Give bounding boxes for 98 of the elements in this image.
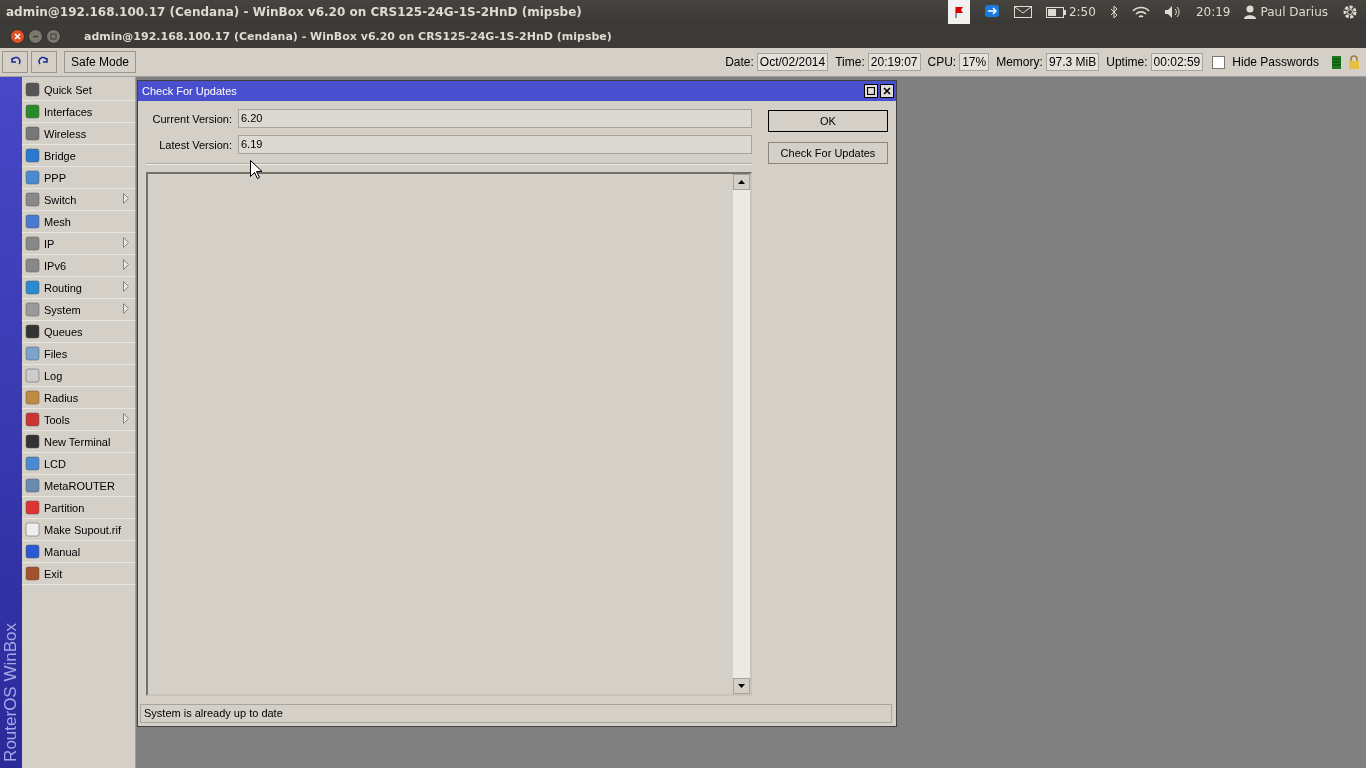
version-field[interactable]: 6.20 <box>238 109 752 128</box>
menu-item[interactable]: Wireless <box>22 123 135 145</box>
battery-time: 2:50 <box>1068 5 1096 19</box>
scroll-down-button[interactable] <box>733 678 750 694</box>
menu-square-icon <box>25 500 40 515</box>
menu-item[interactable]: PPP <box>22 167 135 189</box>
up-arrow-icon <box>738 180 745 184</box>
close-icon <box>14 32 21 40</box>
brand-text: RouterOS WinBox <box>1 623 21 762</box>
menu-square-icon <box>25 324 40 339</box>
menu-square-icon <box>25 258 40 273</box>
volume-icon[interactable] <box>1163 5 1182 19</box>
menu-square-icon <box>25 236 40 251</box>
window-title: admin@192.168.100.17 (Cendana) - WinBox v6.20 on CRS125-24G-1S-2HnD (mipsbe) <box>84 29 612 43</box>
menu-item[interactable]: MetaROUTER <box>22 475 135 497</box>
menu-item[interactable]: IP <box>22 233 135 255</box>
scroll-up-button[interactable] <box>733 174 750 190</box>
menu-item[interactable]: New Terminal <box>22 431 135 453</box>
menu-item[interactable]: Switch <box>22 189 135 211</box>
menu-square-icon <box>25 192 40 207</box>
menu-item[interactable]: Log <box>22 365 135 387</box>
menu-square-icon <box>25 434 40 449</box>
redo-button[interactable] <box>31 51 57 73</box>
menu-square-icon <box>25 302 40 317</box>
maximize-icon <box>867 87 875 95</box>
bluetooth-icon[interactable] <box>1109 5 1118 19</box>
hide-passwords-checkbox[interactable] <box>1212 55 1226 69</box>
menu-square-icon <box>25 368 40 383</box>
menu-item[interactable]: Files <box>22 343 135 365</box>
stat-value: 00:02:59 <box>1150 53 1204 71</box>
field-label: Latest Version: <box>158 138 232 151</box>
mouse-pointer-icon <box>250 160 262 179</box>
maximize-icon <box>50 32 57 40</box>
menu-square-icon <box>25 214 40 229</box>
menu-square-icon <box>25 522 40 537</box>
close-icon <box>883 87 891 95</box>
menu-item[interactable]: Queues <box>22 321 135 343</box>
stat-value: 97.3 MiB <box>1045 53 1100 71</box>
menu-item[interactable]: Manual <box>22 541 135 563</box>
hide-passwords-label[interactable]: Hide Passwords <box>1232 55 1319 69</box>
clock[interactable]: 20:19 <box>1195 5 1231 19</box>
stat-label: Time: <box>835 55 865 69</box>
menu-item[interactable]: LCD <box>22 453 135 475</box>
menu-square-icon <box>25 478 40 493</box>
menu-item[interactable]: Quick Set <box>22 79 135 101</box>
version-field[interactable]: 6.19 <box>238 135 752 154</box>
menu-item[interactable]: Mesh <box>22 211 135 233</box>
menu-item[interactable]: Exit <box>22 563 135 585</box>
user-icon[interactable] <box>1244 5 1257 19</box>
menu-item[interactable]: System <box>22 299 135 321</box>
stat-value: 17% <box>959 53 990 71</box>
lock-icon <box>1348 55 1360 69</box>
wifi-icon[interactable] <box>1131 5 1150 19</box>
menu-item[interactable]: Tools <box>22 409 135 431</box>
menu-square-icon <box>25 170 40 185</box>
stat-label: Memory: <box>996 55 1043 69</box>
menu-square-icon <box>25 104 40 119</box>
flag-icon[interactable] <box>947 0 970 24</box>
menu-square-icon <box>25 456 40 471</box>
stat-label: CPU: <box>927 55 957 69</box>
maximize-button[interactable] <box>864 84 878 98</box>
close-button[interactable] <box>880 84 894 98</box>
menu-square-icon <box>25 82 40 97</box>
menu-square-icon <box>25 148 40 163</box>
menu-square-icon <box>25 544 40 559</box>
scrollbar[interactable] <box>733 174 750 694</box>
dialog-button[interactable]: OK <box>768 110 888 132</box>
undo-button[interactable] <box>2 51 28 73</box>
menu-square-icon <box>25 280 40 295</box>
safe-mode-button[interactable]: Safe Mode <box>64 51 137 73</box>
field-label: Current Version: <box>151 112 232 125</box>
user-name[interactable]: Paul Darius <box>1260 5 1328 19</box>
stat-label: Date: <box>725 55 754 69</box>
dialog-title: Check For Updates <box>142 85 238 97</box>
menu-square-icon <box>25 346 40 361</box>
menu-item[interactable]: Bridge <box>22 145 135 167</box>
menu-square-icon <box>25 126 40 141</box>
menu-item[interactable]: IPv6 <box>22 255 135 277</box>
dialog-button[interactable]: Check For Updates <box>768 142 888 164</box>
menu-item[interactable]: Routing <box>22 277 135 299</box>
power-gear-icon[interactable] <box>1342 4 1358 20</box>
battery-icon[interactable] <box>1045 6 1066 18</box>
menu-square-icon <box>25 566 40 581</box>
menu-item[interactable]: Make Supout.rif <box>22 519 135 541</box>
striped-bar-icon <box>1332 55 1341 69</box>
status-bar: System is already up to date <box>140 704 892 723</box>
menu-item[interactable]: Interfaces <box>22 101 135 123</box>
menu-item[interactable]: Partition <box>22 497 135 519</box>
down-arrow-icon <box>738 684 745 688</box>
menu-item[interactable]: Radius <box>22 387 135 409</box>
menu-square-icon <box>25 412 40 427</box>
stat-value: Oct/02/2014 <box>756 53 829 71</box>
close-button[interactable] <box>10 28 25 44</box>
stat-label: Uptime: <box>1106 55 1148 69</box>
panel-title: admin@192.168.100.17 (Cendana) - WinBox v6.20 on CRS125-24G-1S-2HnD (mipsbe) <box>5 5 583 19</box>
mail-icon[interactable] <box>1013 6 1032 18</box>
stat-value: 20:19:07 <box>867 53 921 71</box>
menu-square-icon <box>25 390 40 405</box>
